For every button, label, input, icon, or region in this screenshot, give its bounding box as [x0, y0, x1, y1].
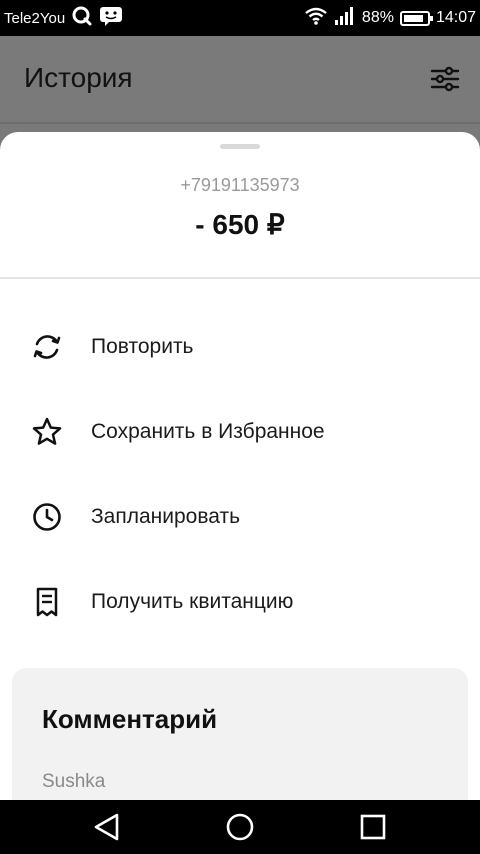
carrier-label: Tele2You [4, 9, 66, 27]
battery-fill [403, 14, 424, 22]
recents-button[interactable] [356, 810, 390, 844]
status-left: Tele2You [4, 0, 123, 36]
save-favorite-label: Сохранить в Избранное [91, 420, 325, 443]
repeat-label: Повторить [91, 335, 194, 358]
schedule-action[interactable]: Запланировать [0, 487, 480, 547]
status-bar: Tele2You 88% 14:07 [0, 0, 480, 36]
transaction-sheet: +79191135973 - 650 ₽ Повторить Сохранить… [0, 132, 480, 802]
sheet-drag-handle[interactable] [220, 144, 260, 149]
filter-icon [430, 66, 460, 92]
status-right: 88% 14:07 [304, 0, 476, 36]
save-favorite-action[interactable]: Сохранить в Избранное [0, 402, 480, 462]
comment-title: Комментарий [42, 704, 218, 734]
app-bar: История [0, 36, 480, 124]
comment-text[interactable]: Sushka [42, 771, 105, 793]
star-icon [32, 417, 62, 445]
battery-icon [399, 10, 433, 26]
qiwi-icon [71, 5, 93, 31]
clock-icon [33, 503, 61, 531]
wifi-icon [304, 6, 328, 31]
get-receipt-label: Получить квитанцию [91, 590, 294, 613]
amount-value: - 650 ₽ [195, 209, 285, 240]
battery-percent: 88% [361, 9, 394, 26]
home-button[interactable] [223, 810, 257, 844]
recents-square-icon [360, 814, 386, 840]
system-nav-bar [0, 800, 480, 854]
phone-number: +79191135973 [180, 175, 300, 195]
signal-icon [334, 6, 356, 31]
refresh-icon [33, 335, 61, 359]
clock-time: 14:07 [435, 9, 476, 26]
filter-button[interactable] [430, 64, 460, 94]
back-button[interactable] [90, 810, 124, 844]
comment-card[interactable]: Комментарий Sushka [12, 668, 468, 802]
message-icon [99, 5, 123, 31]
back-triangle-icon [94, 813, 119, 841]
schedule-label: Запланировать [91, 505, 241, 528]
repeat-action[interactable]: Повторить [0, 317, 480, 377]
get-receipt-action[interactable]: Получить квитанцию [0, 572, 480, 632]
divider [0, 277, 480, 279]
receipt-icon [36, 587, 58, 617]
page-title: История [24, 62, 133, 93]
home-circle-icon [226, 813, 254, 841]
